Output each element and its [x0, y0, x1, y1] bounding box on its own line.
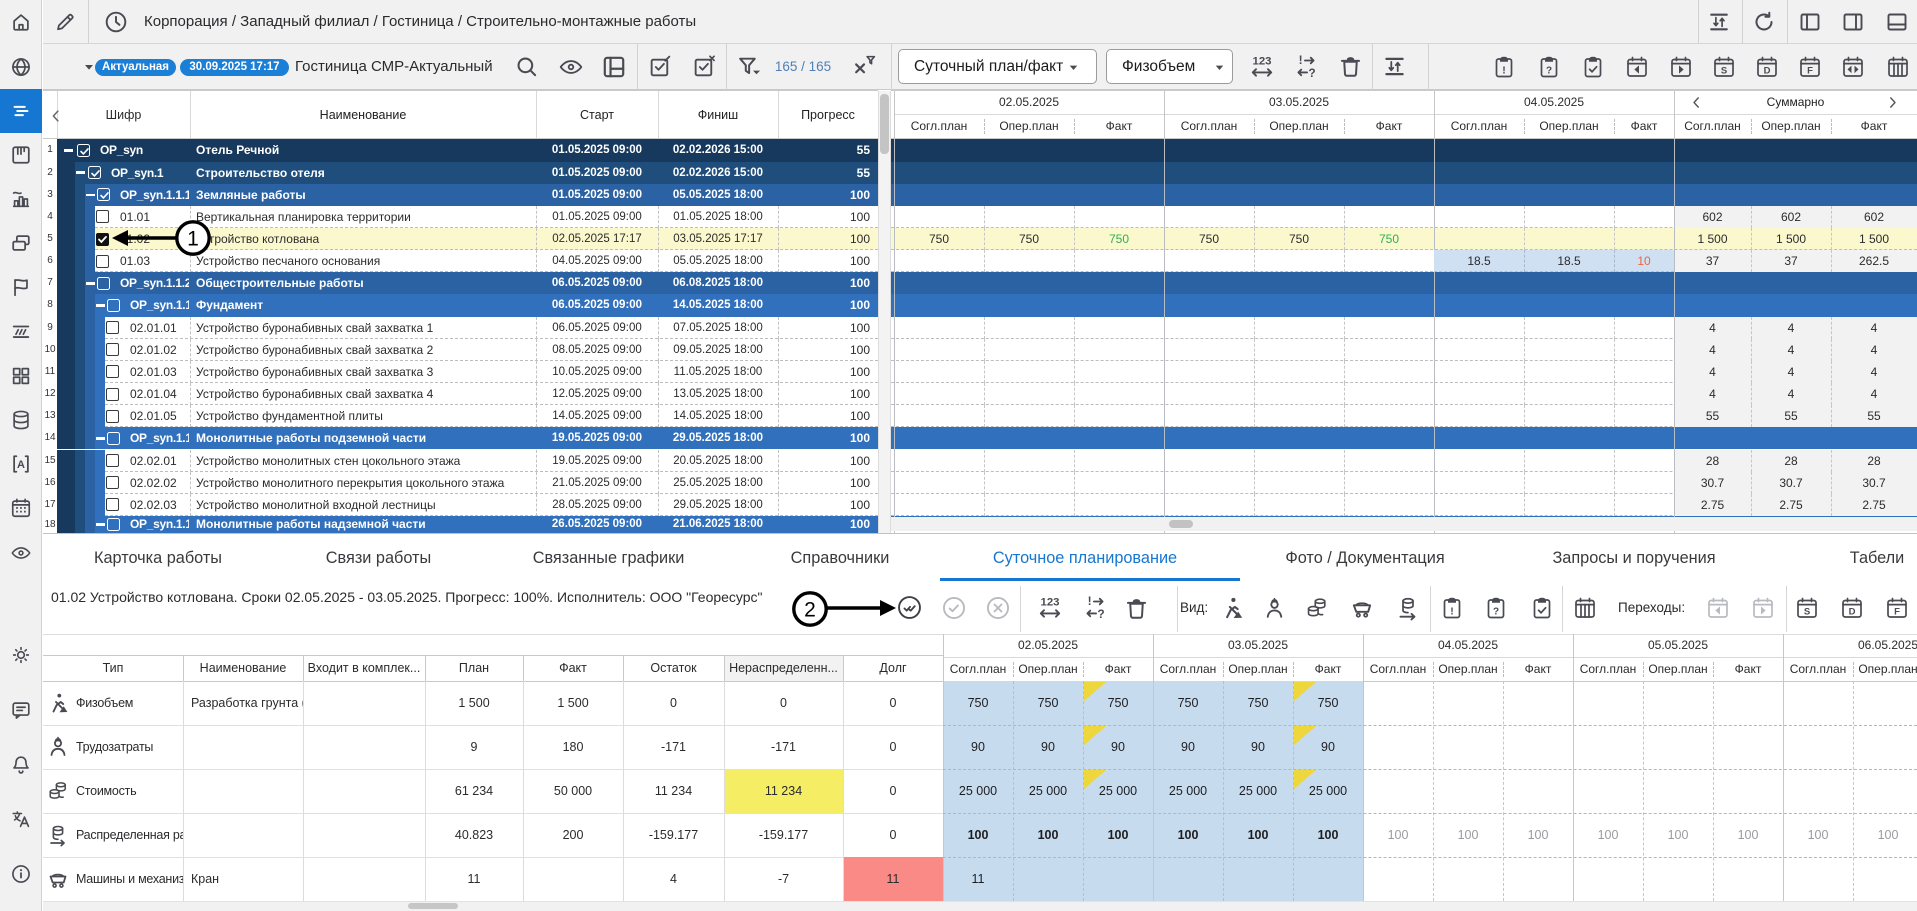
svg-text:?: ? — [1546, 66, 1552, 77]
svg-text:S: S — [1804, 606, 1810, 617]
svg-text:F: F — [1807, 65, 1813, 76]
svg-text:123: 123 — [1253, 55, 1272, 67]
svg-text:D: D — [1764, 65, 1771, 76]
svg-text:?: ? — [1097, 607, 1104, 621]
svg-text:123: 123 — [1041, 596, 1060, 608]
svg-text:A: A — [17, 459, 25, 471]
svg-text:?: ? — [1308, 66, 1315, 80]
svg-text:2: 2 — [804, 599, 816, 622]
svg-text:!: ! — [1502, 65, 1506, 77]
svg-text:?: ? — [1493, 607, 1499, 618]
svg-text:S: S — [1721, 65, 1727, 76]
svg-text:F: F — [1894, 606, 1900, 617]
svg-text:!: ! — [1088, 595, 1092, 608]
svg-text:1: 1 — [187, 228, 199, 251]
svg-text:D: D — [1849, 606, 1856, 617]
svg-text:!: ! — [1450, 606, 1454, 618]
svg-text:!: ! — [1299, 54, 1303, 67]
